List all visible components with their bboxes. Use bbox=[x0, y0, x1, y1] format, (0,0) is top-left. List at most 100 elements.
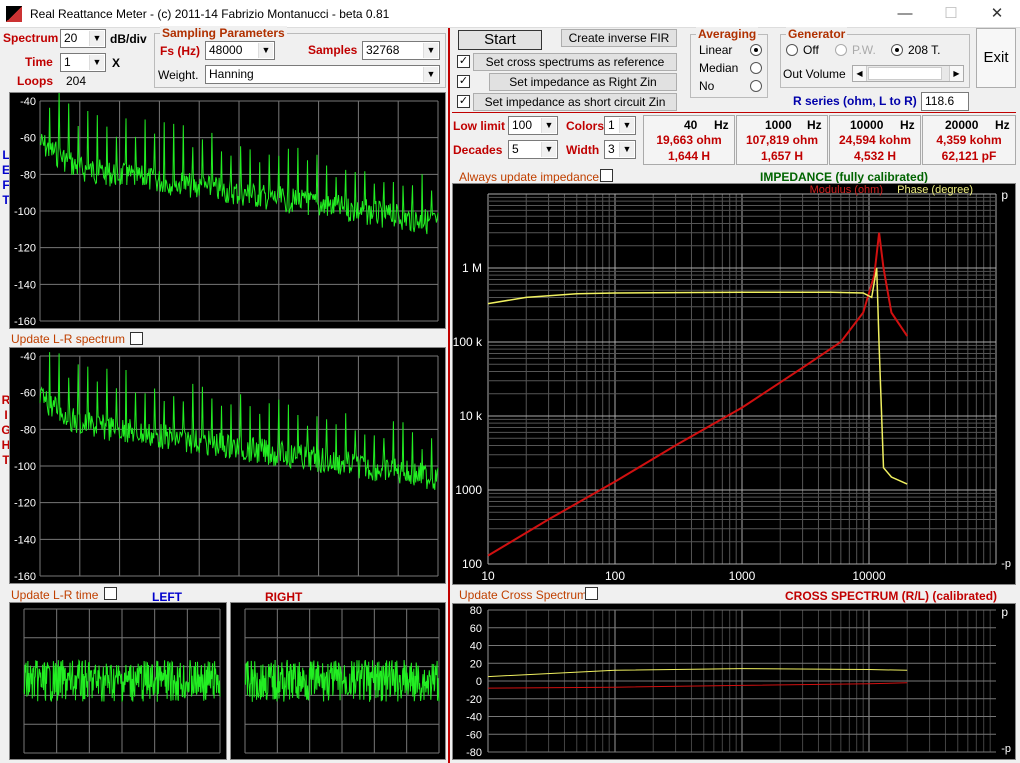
readout-box: 20000 Hz 4,359 kohm 62,121 pF bbox=[922, 115, 1016, 165]
samples-select[interactable]: 32768 ▼ bbox=[362, 41, 440, 60]
cross-title: CROSS SPECTRUM (R/L) (calibrated) bbox=[785, 589, 998, 603]
spectrum-unit: dB/div bbox=[110, 32, 147, 46]
chevron-down-icon: ▼ bbox=[541, 142, 556, 157]
impedance-title: IMPEDANCE (fully calibrated) bbox=[760, 170, 929, 184]
left-time-plot bbox=[9, 602, 227, 760]
cross-trace bbox=[487, 668, 908, 678]
imp-short-checkbox[interactable]: ✓ bbox=[457, 95, 470, 108]
weight-label: Weight. bbox=[158, 68, 199, 82]
chevron-down-icon: ▼ bbox=[619, 118, 634, 133]
phase-trace bbox=[487, 267, 908, 485]
avg-linear-radio[interactable] bbox=[750, 44, 762, 56]
y-tick-label: -80 bbox=[20, 169, 36, 181]
low-limit-label: Low limit bbox=[453, 119, 505, 133]
readout-x: 1,657 H bbox=[760, 149, 804, 163]
readout-freq: 40 bbox=[684, 118, 698, 132]
generator-title: Generator bbox=[786, 27, 848, 41]
always-update-label: Always update impedance bbox=[459, 170, 600, 184]
y-tick-label: -100 bbox=[14, 206, 36, 218]
y-tick-label: -120 bbox=[14, 243, 36, 255]
readout-unit: Hz bbox=[995, 118, 1010, 132]
fs-label: Fs (Hz) bbox=[160, 44, 200, 58]
time-select[interactable]: 1 ▼ bbox=[60, 53, 106, 72]
cross-ref-checkbox[interactable]: ✓ bbox=[457, 55, 470, 68]
legend-phase: Phase (degree) bbox=[897, 184, 973, 196]
scroll-thumb[interactable] bbox=[868, 67, 942, 80]
colors-label: Colors bbox=[566, 119, 605, 133]
close-button[interactable]: ✕ bbox=[974, 0, 1020, 28]
imp-right-button[interactable]: Set impedance as Right Zin bbox=[489, 73, 677, 91]
width-select[interactable]: 3 ▼ bbox=[604, 140, 636, 159]
avg-linear-label: Linear bbox=[699, 43, 733, 57]
y-tick-label: -140 bbox=[14, 534, 36, 546]
readout-r: 19,663 ohm bbox=[656, 133, 722, 147]
gen-off-radio[interactable] bbox=[786, 44, 798, 56]
readout-unit: Hz bbox=[900, 118, 915, 132]
colors-select[interactable]: 1 ▼ bbox=[604, 116, 636, 135]
y-tick-label: 40 bbox=[470, 641, 482, 653]
create-fir-button[interactable]: Create inverse FIR bbox=[561, 29, 677, 47]
right-bottom-label: -p bbox=[1001, 558, 1011, 570]
scroll-right-icon[interactable]: ▶ bbox=[949, 66, 963, 81]
y-tick-label: -60 bbox=[466, 729, 482, 741]
y-tick-label: -40 bbox=[20, 351, 36, 363]
readout-r: 24,594 kohm bbox=[838, 133, 912, 147]
sampling-parameters-title: Sampling Parameters bbox=[160, 26, 287, 40]
update-lr-time-checkbox[interactable] bbox=[104, 587, 117, 600]
exit-button[interactable]: Exit bbox=[976, 28, 1016, 88]
spectrum-select[interactable]: 20 ▼ bbox=[60, 29, 106, 48]
right-spectrum-plot: -40 -60 -80 -100 -120 -140 -160 bbox=[9, 347, 446, 584]
loops-value: 204 bbox=[66, 74, 87, 88]
always-update-checkbox[interactable] bbox=[600, 169, 613, 182]
low-limit-select[interactable]: 100 ▼ bbox=[508, 116, 558, 135]
y-tick-label: -80 bbox=[466, 747, 482, 759]
samples-label: Samples bbox=[308, 43, 358, 57]
imp-short-button[interactable]: Set impedance as short circuit Zin bbox=[473, 93, 677, 111]
averaging-title: Averaging bbox=[696, 27, 759, 41]
scroll-left-icon[interactable]: ◀ bbox=[853, 66, 867, 81]
gen-208-radio[interactable] bbox=[891, 44, 903, 56]
legend-modulus: Modulus (ohm) bbox=[810, 184, 883, 196]
update-lr-spectrum-checkbox[interactable] bbox=[130, 332, 143, 345]
x-tick-label: 100 bbox=[605, 569, 625, 583]
y-tick-label: -140 bbox=[14, 279, 36, 291]
cross-trace bbox=[487, 682, 908, 689]
readout-freq: 10000 bbox=[850, 118, 884, 132]
avg-no-label: No bbox=[699, 79, 715, 93]
cross-ref-button[interactable]: Set cross spectrums as reference bbox=[473, 53, 677, 71]
update-cross-checkbox[interactable] bbox=[585, 587, 598, 600]
chevron-down-icon: ▼ bbox=[619, 142, 634, 157]
left-time-svg bbox=[23, 608, 221, 754]
weight-select[interactable]: Hanning ▼ bbox=[205, 65, 440, 84]
y-tick-label: 20 bbox=[470, 658, 482, 670]
chevron-down-icon: ▼ bbox=[423, 67, 438, 82]
gen-208-label: 208 T. bbox=[908, 43, 941, 57]
gen-pw-radio[interactable] bbox=[835, 44, 847, 56]
left-spectrum-svg: -40 -60 -80 -100 -120 -140 -160 bbox=[14, 92, 439, 328]
readout-freq: 20000 bbox=[945, 118, 979, 132]
readout-box: 40 Hz 19,663 ohm 1,644 H bbox=[643, 115, 735, 165]
spectrum-label: Spectrum bbox=[3, 31, 59, 45]
start-button[interactable]: Start bbox=[458, 30, 542, 50]
impedance-plot: 1 M 100 k 10 k 1000 100 10 100 1000 10000 p -p Modu… bbox=[452, 183, 1016, 585]
right-bottom-label: -p bbox=[1001, 743, 1011, 755]
avg-median-radio[interactable] bbox=[750, 62, 762, 74]
y-tick-label: -120 bbox=[14, 498, 36, 510]
maximize-button[interactable]: ☐ bbox=[928, 0, 974, 28]
minimize-button[interactable]: — bbox=[882, 0, 928, 28]
y-tick-label: -60 bbox=[20, 133, 36, 145]
app-icon bbox=[6, 6, 22, 22]
right-top-label: p bbox=[1001, 605, 1008, 619]
out-volume-scrollbar[interactable]: ◀ ▶ bbox=[852, 65, 964, 82]
x-tick-label: 1000 bbox=[729, 569, 756, 583]
readout-x: 4,532 H bbox=[853, 149, 897, 163]
imp-right-checkbox[interactable]: ✓ bbox=[457, 75, 470, 88]
fs-select[interactable]: 48000 ▼ bbox=[205, 41, 275, 60]
y-tick-label: 100 bbox=[462, 557, 482, 571]
y-tick-label: -60 bbox=[20, 388, 36, 400]
rseries-input[interactable]: 118.6 bbox=[921, 92, 969, 111]
decades-select[interactable]: 5 ▼ bbox=[508, 140, 558, 159]
avg-no-radio[interactable] bbox=[750, 80, 762, 92]
y-tick-label: -160 bbox=[14, 316, 36, 328]
rseries-label: R series (ohm, L to R) bbox=[793, 94, 917, 108]
